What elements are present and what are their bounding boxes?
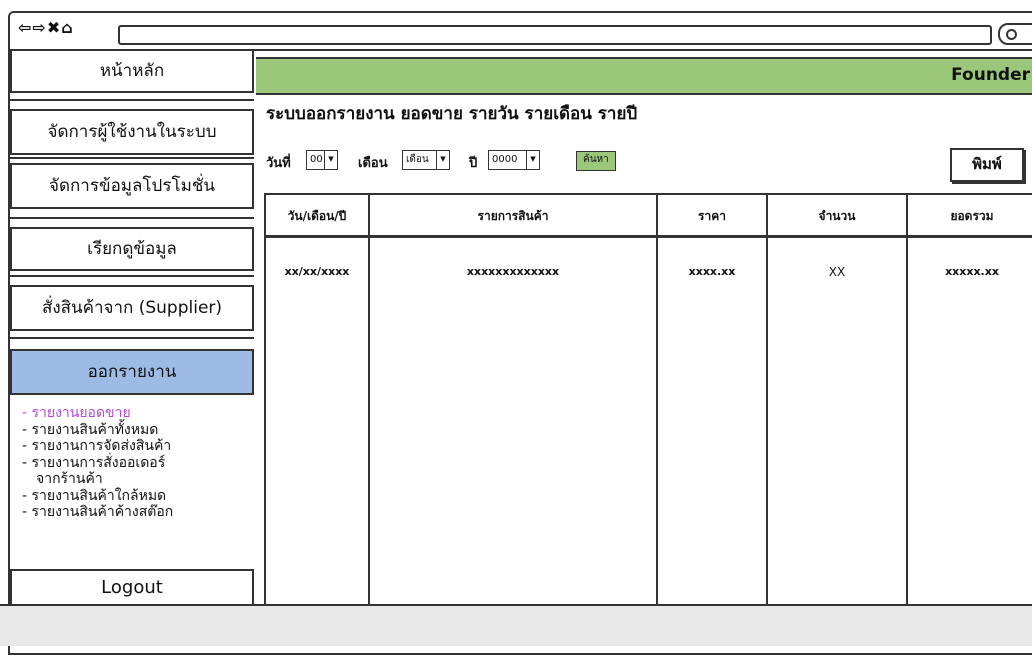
search-button[interactable]: ค้นหา <box>576 151 616 171</box>
sidebar-divider <box>10 217 254 219</box>
sidebar-item-view-data[interactable]: เรียกดูข้อมูล <box>10 227 254 271</box>
table-cell-total: xxxxx.xx <box>945 265 999 278</box>
sidebar-divider <box>10 275 254 277</box>
sidebar-divider <box>10 99 254 101</box>
table-cell-quantity: XX <box>828 265 846 279</box>
column-header-quantity: จำนวน <box>818 209 856 223</box>
chevron-down-icon: ▼ <box>324 151 337 169</box>
sidebar-item-reports[interactable]: ออกรายงาน <box>10 349 254 395</box>
sidebar-item-manage-users[interactable]: จัดการผู้ใช้งานในระบบ <box>10 109 254 155</box>
browser-nav-icons[interactable]: ⇦⇨✖⌂ <box>18 18 74 37</box>
submenu-item-all-products-report[interactable]: - รายงานสินค้าทั้งหมด <box>22 422 252 439</box>
submenu-item-low-stock-report[interactable]: - รายงานสินค้าใกล้หมด <box>22 488 252 505</box>
day-select[interactable]: 00 ▼ <box>306 150 338 170</box>
column-header-product: รายการสินค้า <box>477 209 549 223</box>
print-button[interactable]: พิมพ์ <box>950 148 1024 182</box>
url-bar[interactable] <box>118 25 992 45</box>
page-title: ระบบออกรายงาน ยอดขาย รายวัน รายเดือน ราย… <box>266 104 638 124</box>
submenu-item-order-report[interactable]: - รายงานการสั่งออเดอร์ <box>22 455 252 472</box>
year-select[interactable]: 0000 ▼ <box>488 150 540 170</box>
submenu-item-order-report-cont[interactable]: จากร้านค้า <box>22 471 252 488</box>
report-submenu: - รายงานยอดขาย - รายงานสินค้าทั้งหมด - ร… <box>22 405 252 521</box>
year-label: ปี <box>469 156 478 171</box>
sidebar-item-home[interactable]: หน้าหลัก <box>10 49 254 93</box>
day-label: วันที่ <box>266 156 291 171</box>
sidebar-divider <box>10 337 254 339</box>
table-cell-date: xx/xx/xxxx <box>284 265 350 278</box>
chevron-down-icon: ▼ <box>436 151 449 169</box>
column-header-price: ราคา <box>698 209 726 223</box>
month-label: เดือน <box>358 156 388 171</box>
search-icon[interactable] <box>998 23 1032 45</box>
browser-toolbar: ⇦⇨✖⌂ <box>10 13 1032 51</box>
table-cell-product: xxxxxxxxxxxxx <box>466 265 560 278</box>
sidebar-item-order-supplier[interactable]: สั่งสินค้าจาก (Supplier) <box>10 285 254 331</box>
sales-report-table: วัน/เดือน/ปี รายการสินค้า ราคา จำนวน ยอด… <box>264 193 1032 611</box>
user-role-label: Founder <box>951 65 1030 85</box>
submenu-item-delivery-report[interactable]: - รายงานการจัดส่งสินค้า <box>22 438 252 455</box>
submenu-item-sales-report[interactable]: - รายงานยอดขาย <box>22 405 252 422</box>
logout-button[interactable]: Logout <box>10 569 254 607</box>
sidebar-divider <box>10 157 254 159</box>
column-header-total: ยอดรวม <box>950 209 994 223</box>
column-header-date: วัน/เดือน/ปี <box>287 209 347 223</box>
table-cell-price: xxxx.xx <box>688 265 736 278</box>
submenu-item-overstock-report[interactable]: - รายงานสินค้าค้างสต๊อก <box>22 504 252 521</box>
chevron-down-icon: ▼ <box>526 151 539 169</box>
month-select[interactable]: เดือน ▼ <box>402 150 450 170</box>
main-header-bar: Founder <box>256 57 1032 95</box>
sidebar-item-manage-promotions[interactable]: จัดการข้อมูลโปรโมชั่น <box>10 163 254 209</box>
browser-status-bar <box>0 604 1032 646</box>
